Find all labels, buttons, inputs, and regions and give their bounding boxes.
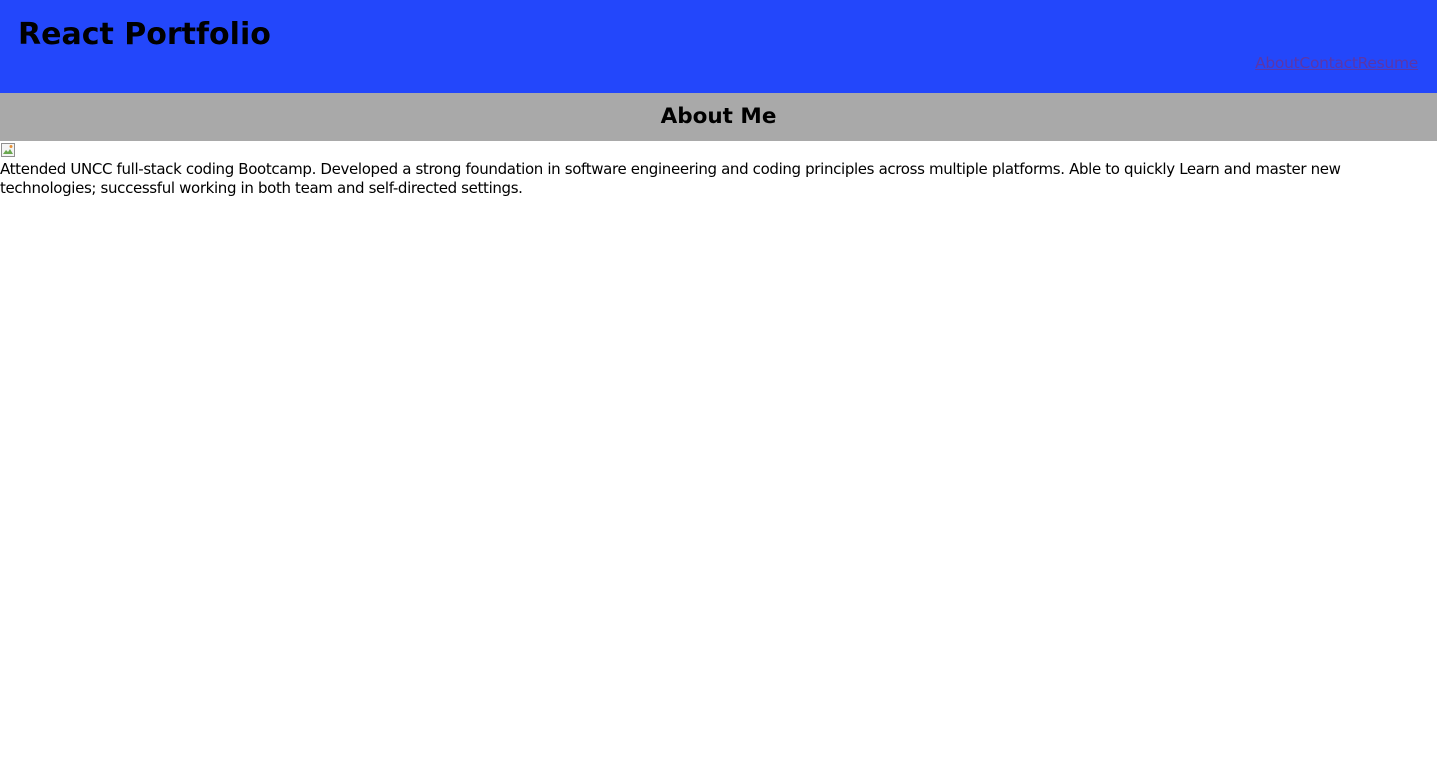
about-bio-text: Attended UNCC full-stack coding Bootcamp…	[0, 160, 1341, 197]
about-section-header: About Me	[0, 93, 1437, 141]
site-header: React Portfolio About Contact Resume	[0, 0, 1437, 93]
main-nav: About Contact Resume	[1255, 52, 1418, 74]
about-heading: About Me	[660, 104, 777, 129]
nav-link-contact[interactable]: Contact	[1299, 52, 1358, 74]
site-title: React Portfolio	[18, 17, 271, 52]
nav-link-resume[interactable]: Resume	[1358, 52, 1419, 74]
nav-link-about[interactable]: About	[1255, 52, 1300, 74]
broken-image-icon	[0, 142, 16, 158]
